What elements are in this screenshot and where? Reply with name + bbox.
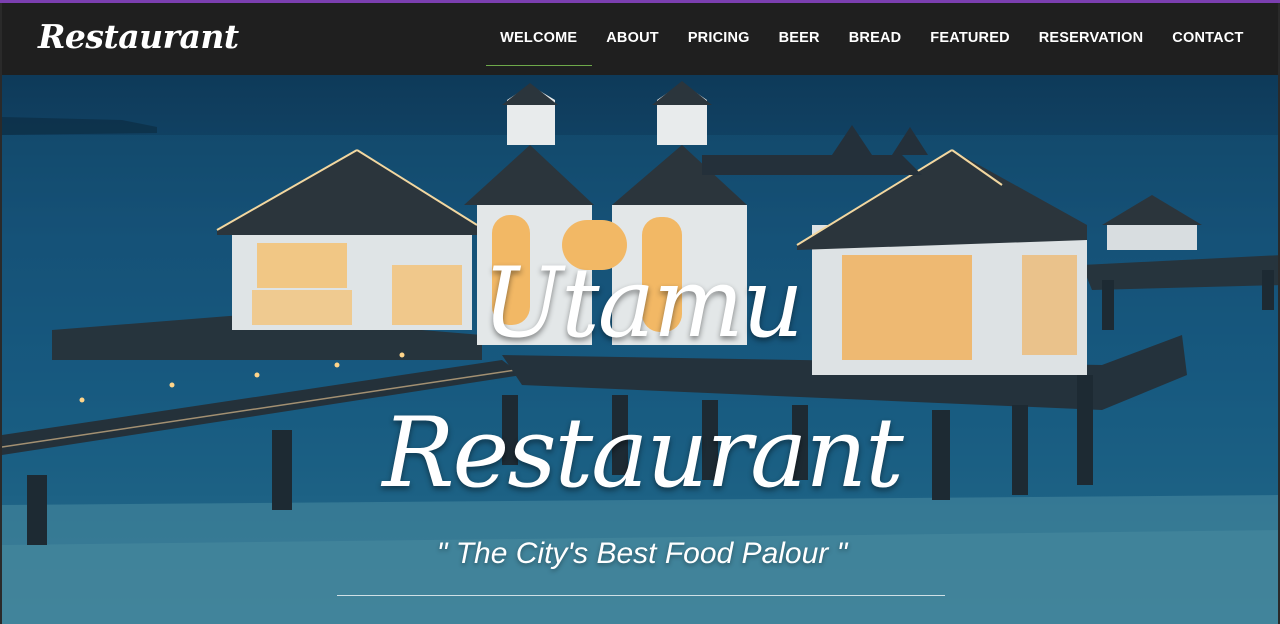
hero-title-line2: Restaurant — [382, 397, 904, 509]
brand-logo[interactable]: Restaurant — [38, 17, 239, 56]
main-nav: WELCOME ABOUT PRICING BEER BREAD FEATURE… — [485, 3, 1258, 75]
nav-pricing[interactable]: PRICING — [673, 3, 764, 75]
nav-featured[interactable]: FEATURED — [916, 3, 1024, 75]
hero-tagline: " The City's Best Food Palour " — [436, 537, 848, 570]
nav-contact[interactable]: CONTACT — [1158, 3, 1258, 75]
nav-about[interactable]: ABOUT — [592, 3, 674, 75]
nav-bread[interactable]: BREAD — [834, 3, 916, 75]
navbar: Restaurant WELCOME ABOUT PRICING BEER BR… — [0, 3, 1280, 75]
hero-section: Utamu Restaurant " The City's Best Food … — [0, 75, 1280, 624]
nav-welcome[interactable]: WELCOME — [485, 3, 592, 75]
nav-reservation[interactable]: RESERVATION — [1024, 3, 1158, 75]
hero-divider — [337, 595, 945, 596]
nav-beer[interactable]: BEER — [764, 3, 834, 75]
hero-title-line1: Utamu — [482, 247, 804, 359]
